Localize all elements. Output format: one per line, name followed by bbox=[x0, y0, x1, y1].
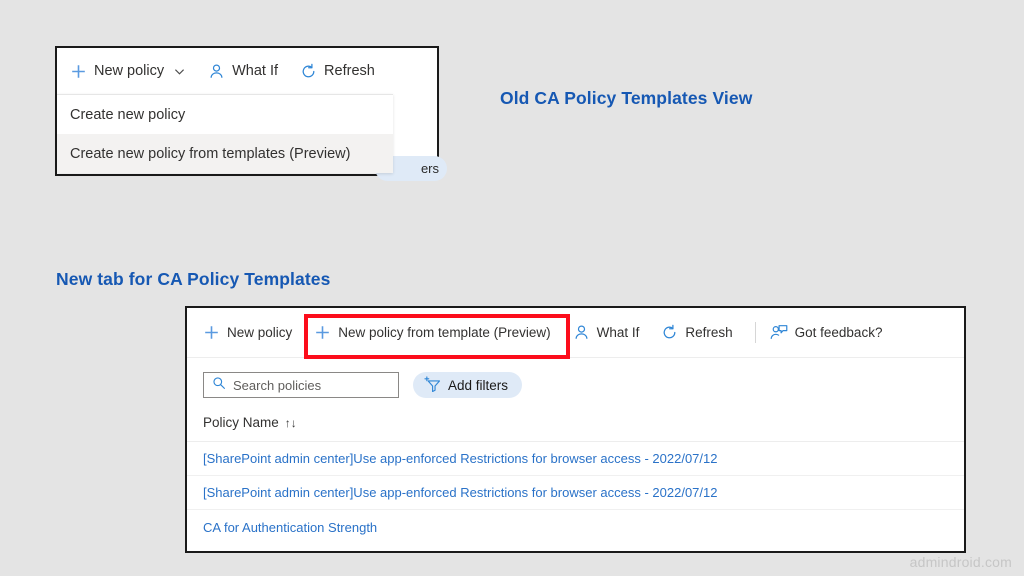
sort-arrows-icon[interactable]: ↑↓ bbox=[285, 416, 297, 430]
new-policy-from-template-button[interactable]: New policy from template (Preview) bbox=[314, 324, 551, 341]
table-row[interactable]: [SharePoint admin center]Use app-enforce… bbox=[187, 476, 964, 510]
refresh-label: Refresh bbox=[685, 324, 733, 340]
policy-name-link[interactable]: CA for Authentication Strength bbox=[203, 520, 377, 535]
refresh-icon bbox=[661, 324, 678, 341]
background-add-filters-pill-label: ers bbox=[420, 161, 439, 176]
add-filter-icon bbox=[424, 375, 441, 395]
column-header-policy-name-label: Policy Name bbox=[203, 415, 279, 430]
menu-item-create-new-policy-from-templates-label: Create new policy from templates (Previe… bbox=[70, 145, 351, 162]
search-input[interactable] bbox=[233, 377, 390, 393]
add-filters-button[interactable]: Add filters bbox=[413, 372, 523, 398]
new-policy-label: New policy bbox=[227, 324, 293, 340]
table-row[interactable]: CA for Authentication Strength bbox=[187, 510, 964, 544]
new-policy-dropdown-menu: Create new policy Create new policy from… bbox=[57, 94, 393, 173]
old-ca-policy-panel: ers New policy What If Refresh Create ne… bbox=[55, 46, 447, 181]
refresh-button[interactable]: Refresh bbox=[661, 324, 733, 341]
new-tab-caption: New tab for CA Policy Templates bbox=[56, 269, 331, 289]
new-toolbar: New policy New policy from template (Pre… bbox=[187, 308, 964, 358]
old-view-caption: Old CA Policy Templates View bbox=[500, 88, 753, 108]
watermark: admindroid.com bbox=[909, 554, 1012, 570]
old-new-policy-label: New policy bbox=[94, 62, 165, 79]
old-what-if-label: What If bbox=[232, 62, 279, 79]
old-refresh-label: Refresh bbox=[324, 62, 375, 79]
got-feedback-button[interactable]: Got feedback? bbox=[770, 324, 883, 342]
new-ca-policy-panel: New policy New policy from template (Pre… bbox=[185, 306, 966, 553]
what-if-label: What If bbox=[596, 324, 640, 340]
old-what-if-button[interactable]: What If bbox=[208, 63, 278, 80]
feedback-person-icon bbox=[770, 324, 788, 342]
old-toolbar: New policy What If Refresh bbox=[57, 48, 437, 94]
new-policy-button[interactable]: New policy bbox=[203, 324, 292, 341]
got-feedback-label: Got feedback? bbox=[794, 324, 883, 340]
person-icon bbox=[208, 63, 225, 80]
policy-name-link[interactable]: [SharePoint admin center]Use app-enforce… bbox=[203, 451, 717, 466]
menu-item-create-new-policy-from-templates[interactable]: Create new policy from templates (Previe… bbox=[57, 134, 393, 173]
policy-table-rows: [SharePoint admin center]Use app-enforce… bbox=[187, 442, 964, 544]
search-icon bbox=[212, 376, 226, 395]
toolbar-divider bbox=[754, 322, 756, 343]
add-filters-label: Add filters bbox=[448, 377, 509, 393]
old-new-policy-button[interactable]: New policy bbox=[70, 63, 186, 80]
plus-icon bbox=[203, 324, 220, 341]
chevron-down-icon[interactable] bbox=[173, 65, 186, 78]
what-if-button[interactable]: What If bbox=[573, 324, 640, 341]
plus-icon bbox=[70, 63, 87, 80]
policy-name-link[interactable]: [SharePoint admin center]Use app-enforce… bbox=[203, 485, 717, 500]
filters-row: Add filters bbox=[203, 370, 523, 400]
column-header-policy-name[interactable]: Policy Name ↑↓ bbox=[203, 415, 297, 430]
menu-item-create-new-policy-label: Create new policy bbox=[70, 106, 186, 123]
table-row[interactable]: [SharePoint admin center]Use app-enforce… bbox=[187, 442, 964, 476]
person-icon bbox=[573, 324, 590, 341]
menu-item-create-new-policy[interactable]: Create new policy bbox=[57, 95, 393, 134]
new-policy-from-template-label: New policy from template (Preview) bbox=[338, 324, 551, 340]
plus-icon bbox=[314, 324, 331, 341]
search-policies-box[interactable] bbox=[203, 372, 399, 398]
old-refresh-button[interactable]: Refresh bbox=[300, 63, 375, 80]
refresh-icon bbox=[300, 63, 317, 80]
